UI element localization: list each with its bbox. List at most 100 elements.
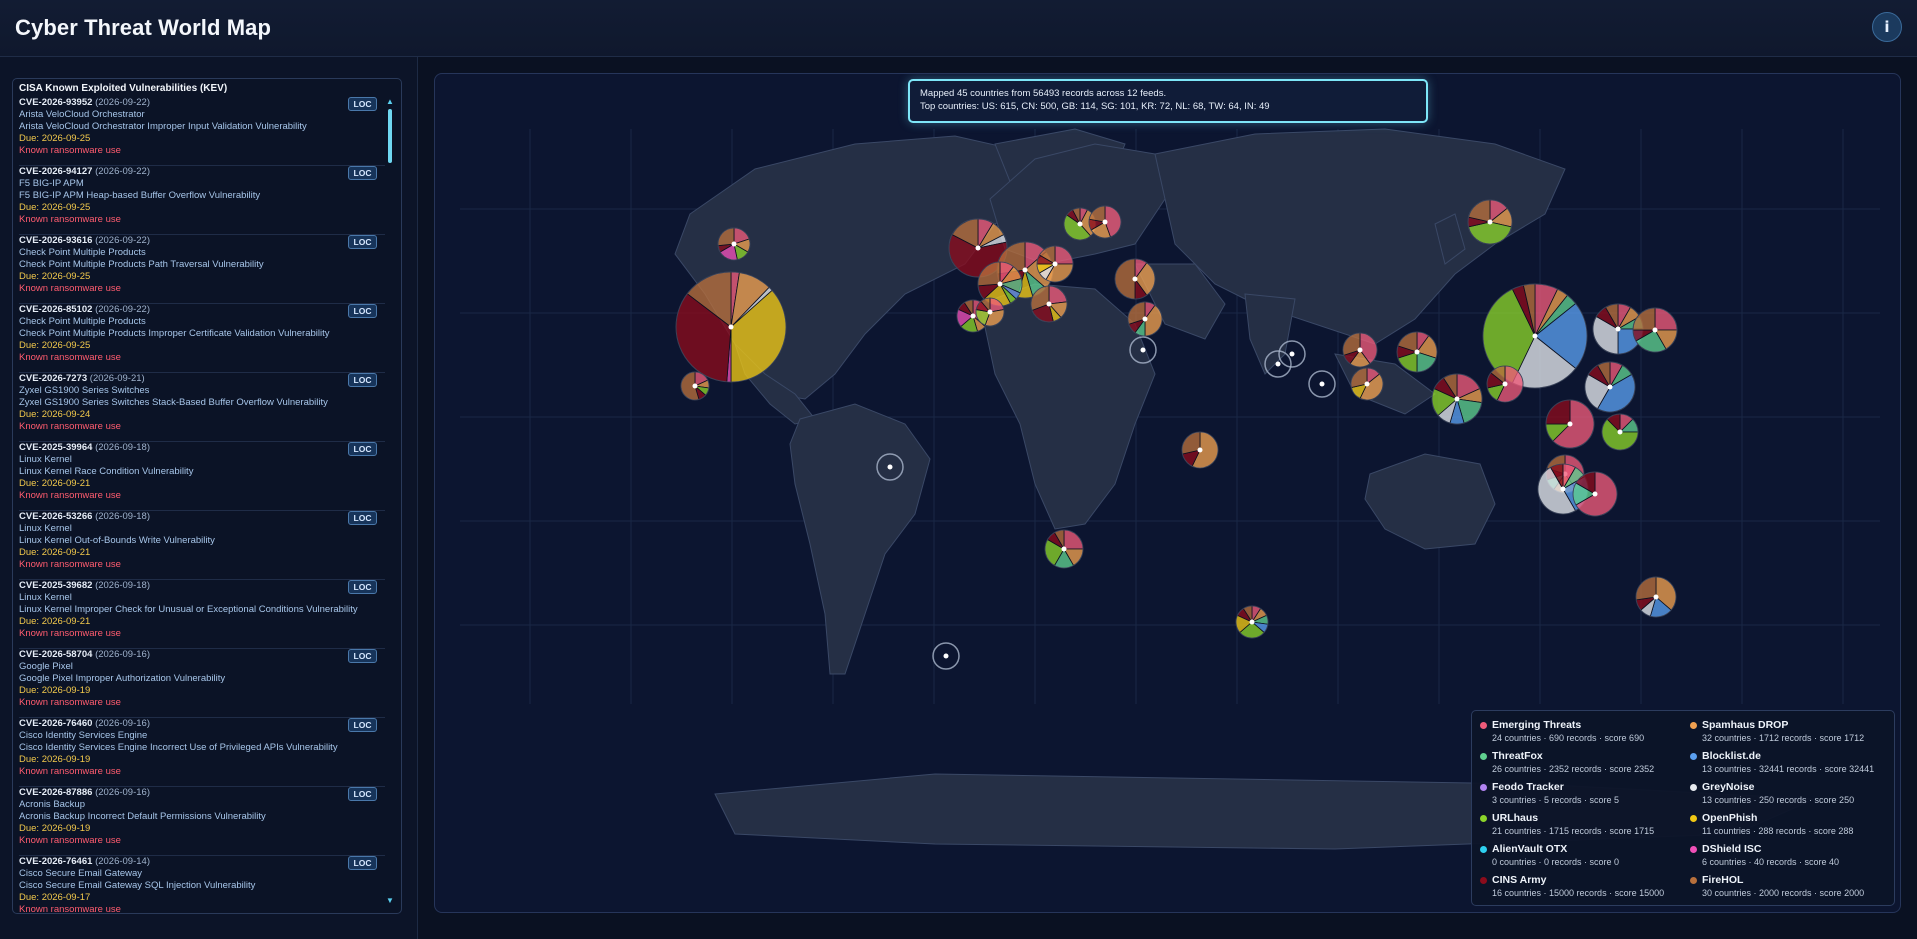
loc-button[interactable]: LOC [348,442,377,456]
kev-cve-id: CVE-2026-94127 [19,166,93,177]
kev-item[interactable]: CVE-2026-7273 (2026-09-21) Zyxel GS1900 S… [19,373,385,442]
legend-item: Feodo Tracker 3 countries · 5 records · s… [1480,781,1685,809]
kev-item[interactable]: CVE-2026-85102 (2026-09-22) Check Point M… [19,304,385,373]
legend-color-dot [1690,846,1697,853]
kev-date: (2026-09-16) [95,718,150,729]
cluster-vietnam-center [1502,381,1508,387]
kev-ransomware-flag: Known ransomware use [19,490,121,501]
kev-item[interactable]: CVE-2025-39964 (2026-09-18) Linux Kernel L… [19,442,385,511]
status-line-2: Top countries: US: 615, CN: 500, GB: 114… [920,101,1270,112]
kev-item-header: CVE-2026-87886 (2026-09-16) [19,787,385,799]
kev-vuln-name: Google Pixel Improper Authorization Vuln… [19,673,226,684]
legend-item: AlienVault OTX 0 countries · 0 records · … [1480,843,1685,871]
kev-due-date: Due: 2026-09-21 [19,478,91,489]
legend-item: Emerging Threats 24 countries · 690 recor… [1480,719,1685,747]
legend-feed-stats: 32 countries · 1712 records · score 1712 [1702,733,1865,743]
legend-feed-name: Blocklist.de [1702,750,1761,762]
kev-product: Cisco Identity Services Engine [19,730,148,741]
loc-button[interactable]: LOC [348,718,377,732]
kev-ransomware-flag: Known ransomware use [19,835,121,846]
kev-ransomware-flag: Known ransomware use [19,904,121,914]
kev-vuln-name: Check Point Multiple Products Improper C… [19,328,330,339]
loc-button[interactable]: LOC [348,373,377,387]
kev-vuln-name: Acronis Backup Incorrect Default Permiss… [19,811,266,822]
kev-due-date: Due: 2026-09-21 [19,616,91,627]
legend-color-dot [1480,815,1487,822]
kev-item[interactable]: CVE-2026-93616 (2026-09-22) Check Point M… [19,235,385,304]
kev-item[interactable]: CVE-2026-93952 (2026-09-22) Arista VeloCl… [19,97,385,166]
legend-feed-stats: 0 countries · 0 records · score 0 [1492,857,1620,867]
loc-button[interactable]: LOC [348,304,377,318]
kev-cve-id: CVE-2026-76460 [19,718,93,729]
sidebar: CISA Known Exploited Vulnerabilities (KE… [0,57,418,939]
kev-item[interactable]: CVE-2026-76460 (2026-09-16) Cisco Identit… [19,718,385,787]
legend-item: ThreatFox 26 countries · 2352 records · s… [1480,750,1685,778]
kev-ransomware-flag: Known ransomware use [19,352,121,363]
loc-button[interactable]: LOC [348,166,377,180]
kev-product: Google Pixel [19,661,73,672]
kev-item[interactable]: CVE-2025-39682 (2026-09-18) Linux Kernel L… [19,580,385,649]
legend-item: DShield ISC 6 countries · 40 records · sc… [1690,843,1895,871]
kev-item-header: CVE-2026-85102 (2026-09-22) [19,304,385,316]
loc-button[interactable]: LOC [348,856,377,870]
cluster-taiwan-center [1607,384,1613,390]
loc-button[interactable]: LOC [348,97,377,111]
cluster-germany-center [997,281,1003,287]
empty-marker-argentina-center [943,653,949,659]
kev-vuln-name: Linux Kernel Improper Check for Unusual … [19,604,358,615]
kev-list[interactable]: CVE-2026-93952 (2026-09-22) Arista VeloCl… [19,97,385,914]
legend-feed-name: URLhaus [1492,812,1539,824]
kev-due-date: Due: 2026-09-24 [19,409,91,420]
cluster-gb-center [975,245,981,251]
kev-product: Linux Kernel [19,592,72,603]
kev-ransomware-flag: Known ransomware use [19,697,121,708]
loc-button[interactable]: LOC [348,787,377,801]
kev-vuln-name: Linux Kernel Race Condition Vulnerabilit… [19,466,194,477]
legend-item: Spamhaus DROP 32 countries · 1712 records… [1690,719,1895,747]
legend-feed-stats: 26 countries · 2352 records · score 2352 [1492,764,1655,774]
kev-date: (2026-09-22) [95,235,150,246]
legend-color-dot [1690,722,1697,729]
scroll-thumb[interactable] [388,109,392,163]
cluster-japan-center [1652,327,1658,333]
cluster-turkey-center [1142,316,1148,322]
loc-button[interactable]: LOC [348,511,377,525]
kev-due-date: Due: 2026-09-17 [19,892,91,903]
kev-item[interactable]: CVE-2026-58704 (2026-09-16) Google Pixel G… [19,649,385,718]
kev-cve-id: CVE-2025-39682 [19,580,93,591]
legend-feed-stats: 13 countries · 32441 records · score 324… [1702,764,1875,774]
kev-item[interactable]: CVE-2026-94127 (2026-09-22) F5 BIG-IP APM… [19,166,385,235]
loc-button[interactable]: LOC [348,235,377,249]
legend-feed-name: Emerging Threats [1492,719,1582,731]
world-map-panel[interactable]: Mapped 45 countries from 56493 records a… [434,73,1901,913]
cluster-korea-center [1615,326,1621,332]
info-button[interactable]: i [1872,12,1902,42]
kev-item-header: CVE-2026-93616 (2026-09-22) [19,235,385,247]
scroll-up-icon[interactable]: ▲ [386,97,394,106]
kev-cve-id: CVE-2026-7273 [19,373,88,384]
legend-feed-stats: 6 countries · 40 records · score 40 [1702,857,1840,867]
kev-scrollbar[interactable]: ▲ ▼ [385,97,395,905]
scroll-down-icon[interactable]: ▼ [386,896,394,905]
cluster-romania-center [1132,276,1138,282]
kev-product: F5 BIG-IP APM [19,178,84,189]
kev-vuln-name: Linux Kernel Out-of-Bounds Write Vulnera… [19,535,215,546]
cluster-italy-center [1046,301,1052,307]
legend-feed-stats: 21 countries · 1715 records · score 1715 [1492,826,1655,836]
kev-item[interactable]: CVE-2026-87886 (2026-09-16) Acronis Backu… [19,787,385,856]
kev-due-date: Due: 2026-09-19 [19,823,91,834]
loc-button[interactable]: LOC [348,649,377,663]
cluster-romania-slice [1114,258,1136,300]
legend-feed-name: OpenPhish [1702,812,1758,824]
landmass-india [1244,293,1296,375]
loc-button[interactable]: LOC [348,580,377,594]
kev-item[interactable]: CVE-2026-76461 (2026-09-14) Cisco Secure … [19,856,385,914]
legend-color-dot [1480,877,1487,884]
kev-vuln-name: Cisco Identity Services Engine Incorrect… [19,742,338,753]
kev-date: (2026-09-16) [95,787,150,798]
legend-item: URLhaus 21 countries · 1715 records · sco… [1480,812,1685,840]
kev-item[interactable]: CVE-2026-53266 (2026-09-18) Linux Kernel L… [19,511,385,580]
cluster-us-center [728,324,734,330]
kev-cve-id: CVE-2026-58704 [19,649,93,660]
legend-feed-stats: 13 countries · 250 records · score 250 [1702,795,1855,805]
